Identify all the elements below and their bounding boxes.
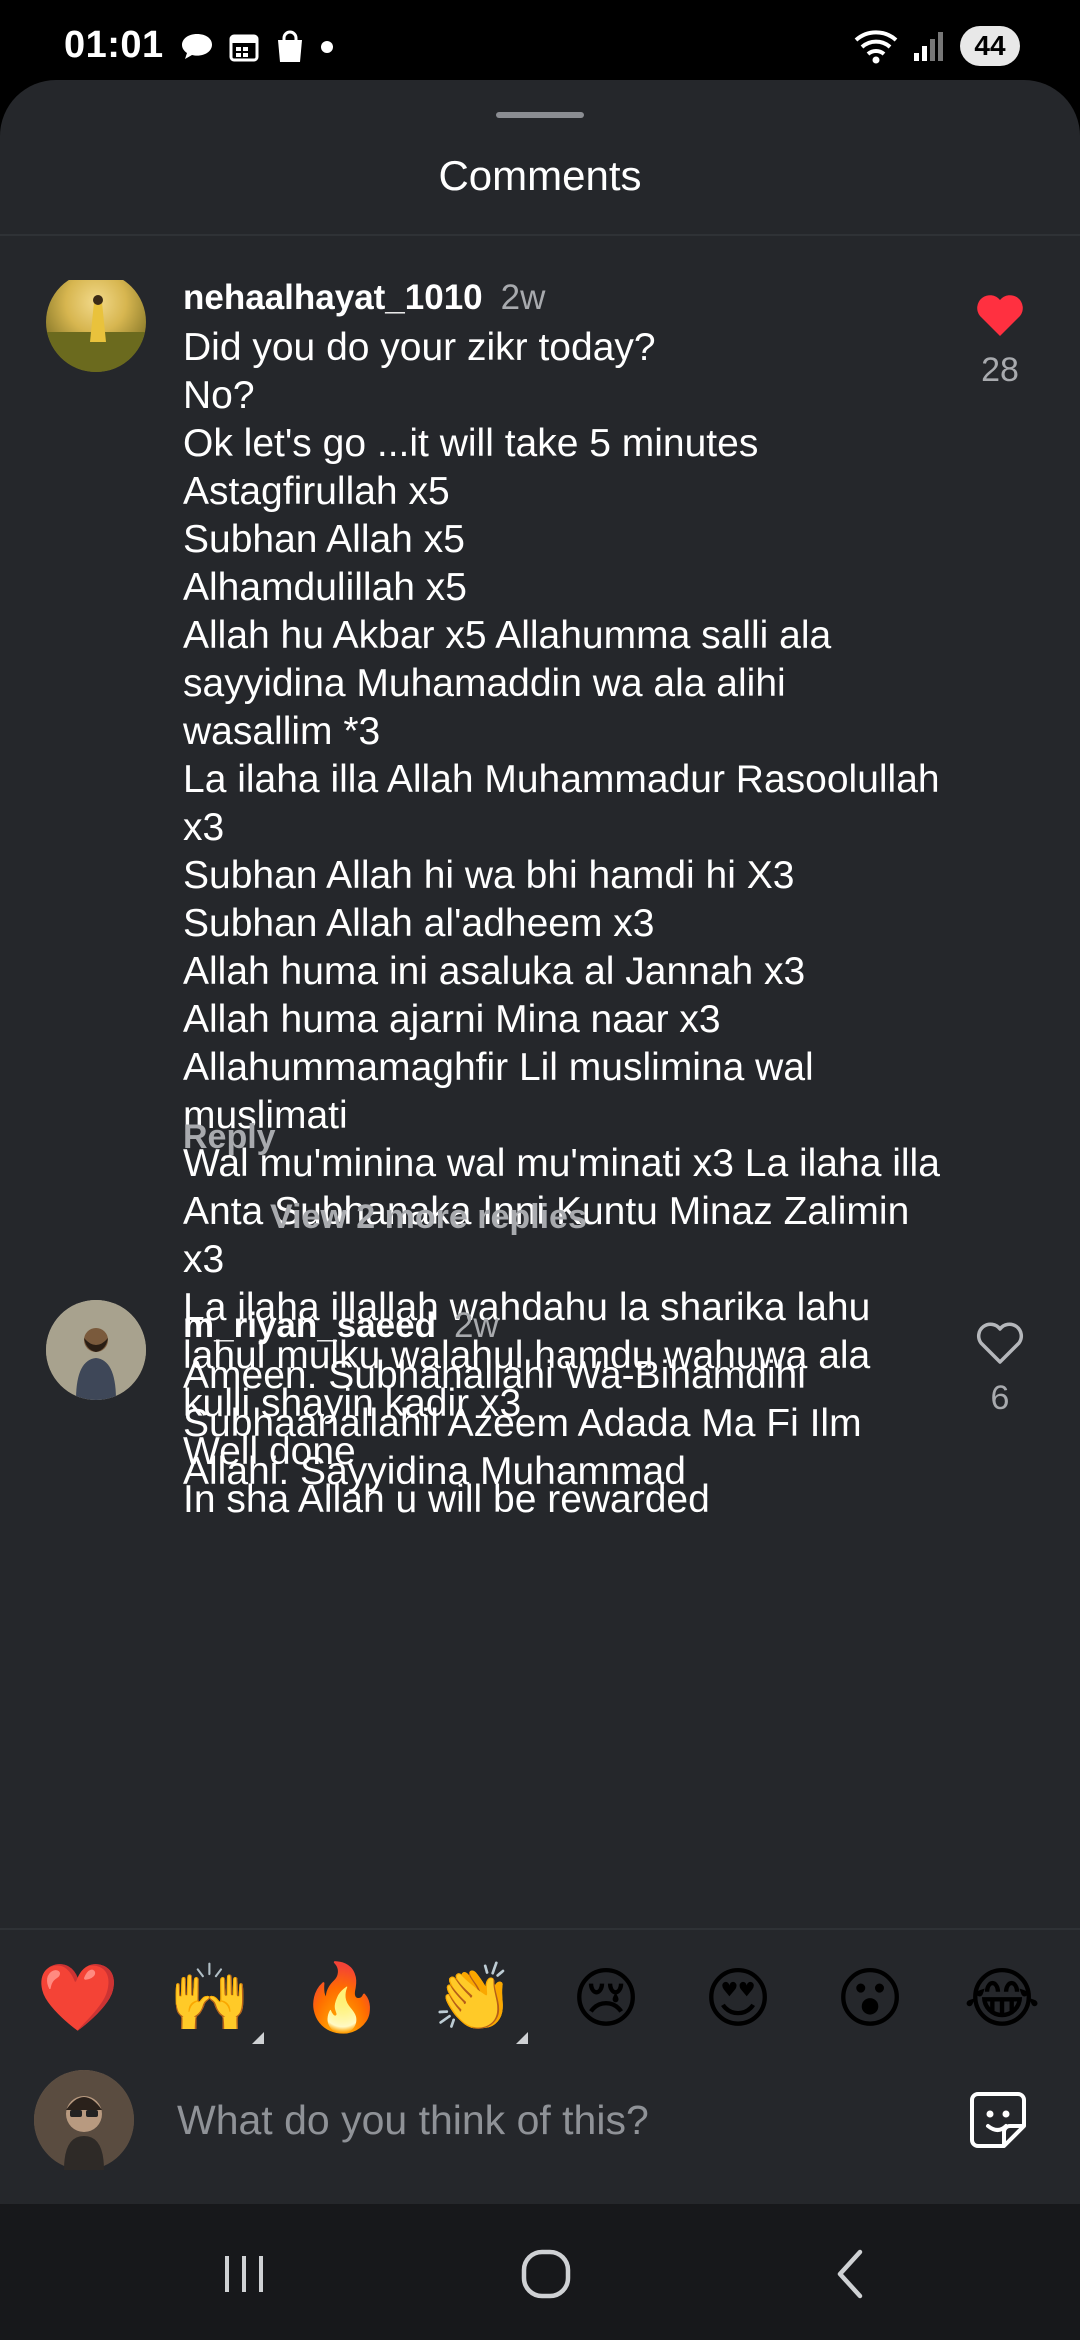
status-bar: 01:01 44 — [0, 0, 1080, 84]
username-text[interactable]: nehaalhayat_1010 — [183, 280, 483, 317]
like-count: 28 — [981, 351, 1019, 389]
reaction-emoji: 🙌 — [168, 1960, 252, 2034]
reaction-surprised[interactable]: 😮 — [822, 1950, 918, 2046]
comment-time: 2w — [453, 1306, 499, 1345]
chat-bubble-icon — [182, 34, 212, 59]
reaction-raising-hands[interactable]: 🙌 — [162, 1950, 264, 2046]
heart-outline-icon — [976, 1322, 1024, 1364]
system-icons: 44 — [854, 26, 1020, 66]
wifi-icon — [854, 30, 898, 64]
home-button[interactable] — [516, 2244, 576, 2304]
reply-button[interactable]: Reply — [183, 1118, 276, 1157]
dot-icon — [321, 41, 333, 53]
reaction-heart-eyes[interactable]: 😍 — [690, 1950, 786, 2046]
reaction-fire[interactable]: 🔥 — [294, 1950, 390, 2046]
comments-list[interactable]: nehaalhayat_1010 2w Did you do your zikr … — [0, 280, 1080, 2000]
notification-icons — [180, 30, 334, 64]
comment-username[interactable]: m_riyan_saeed 2w — [183, 1306, 499, 1346]
like-button[interactable]: 6 — [960, 1322, 1040, 1418]
navigation-bar — [0, 2204, 1080, 2340]
reaction-heart[interactable]: ❤️ — [30, 1950, 126, 2046]
battery-icon: 44 — [960, 26, 1020, 66]
back-button[interactable] — [820, 2244, 880, 2304]
signal-icon — [914, 32, 943, 61]
reaction-emoji: 👏 — [432, 1960, 516, 2034]
quick-reactions-bar: ❤️ 🙌 🔥 👏 😢 😍 😮 😂 — [30, 1950, 1050, 2046]
reaction-laughing[interactable]: 😂 — [954, 1950, 1050, 2046]
avatar[interactable] — [46, 1300, 146, 1400]
comment-input[interactable] — [175, 2084, 939, 2156]
like-count: 6 — [990, 1379, 1010, 1417]
reaction-crying[interactable]: 😢 — [558, 1950, 654, 2046]
skin-tone-indicator — [516, 2032, 528, 2044]
sticker-icon — [970, 2092, 1026, 2148]
view-more-replies-button[interactable]: View 2 more replies — [270, 1198, 587, 1237]
skin-tone-indicator — [252, 2032, 264, 2044]
recents-button[interactable] — [214, 2244, 274, 2304]
back-icon — [837, 2249, 863, 2299]
comment-text: Ameen. Subhanallahi Wa-Bihamdihi Subhaan… — [183, 1354, 871, 1493]
sticker-button[interactable] — [966, 2088, 1030, 2152]
comment-input-row — [0, 2064, 1080, 2174]
calendar-icon — [229, 34, 259, 62]
avatar-image — [46, 295, 146, 372]
like-button[interactable]: 28 — [960, 294, 1040, 390]
header-divider — [0, 234, 1080, 236]
comment-username[interactable]: nehaalhayat_1010 2w — [183, 280, 545, 318]
my-avatar — [34, 2070, 134, 2170]
avatar[interactable] — [46, 280, 146, 372]
comments-sheet: Comments nehaalhayat_1010 2w Did you do y… — [0, 80, 1080, 2204]
comment-time: 2w — [500, 280, 546, 317]
recents-icon — [225, 2256, 263, 2292]
avatar-image — [46, 1300, 146, 1400]
home-icon — [521, 2249, 571, 2299]
heart-filled-icon — [977, 295, 1023, 336]
reactions-divider — [0, 1928, 1080, 1930]
reaction-clapping[interactable]: 👏 — [426, 1950, 528, 2046]
status-time: 01:01 — [64, 24, 164, 66]
username-text[interactable]: m_riyan_saeed — [183, 1306, 436, 1345]
screen: 01:01 44 Comments nehaalhayat_1010 2w Di… — [0, 0, 1080, 2340]
sheet-title: Comments — [438, 152, 642, 199]
avatar-image — [34, 2070, 134, 2170]
shopping-bag-icon — [278, 30, 302, 62]
drag-handle[interactable] — [496, 112, 584, 118]
